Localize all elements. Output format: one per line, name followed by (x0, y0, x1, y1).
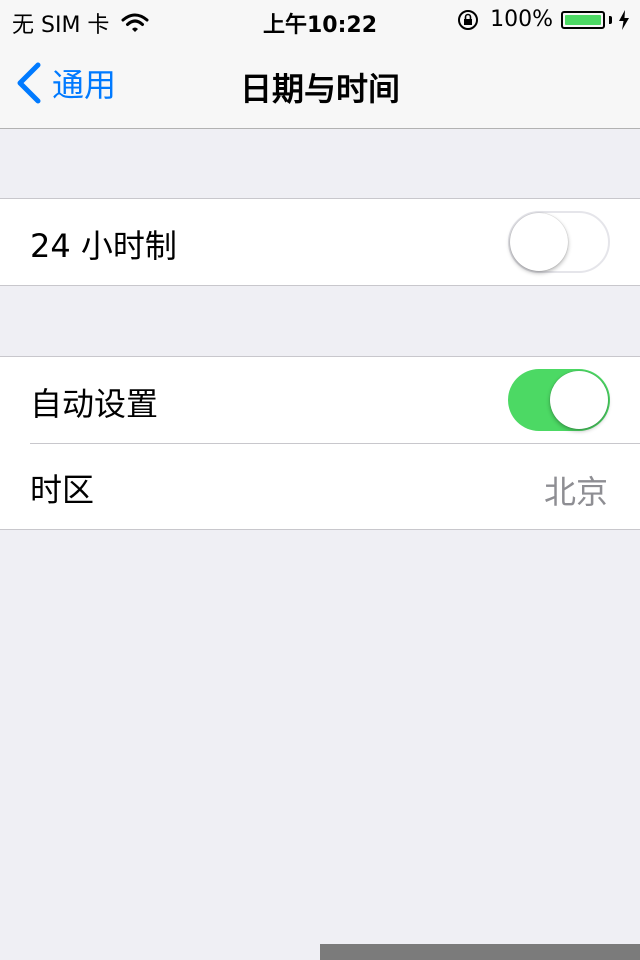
timezone-value: 北京 (543, 473, 608, 511)
row-label-24-hour: 24 小时制 (30, 227, 177, 265)
battery-nub (609, 15, 612, 24)
toggle-knob (510, 213, 568, 271)
page-title: 日期与时间 (239, 70, 400, 108)
row-label-timezone: 时区 (30, 471, 95, 509)
battery-percent: 100% (490, 7, 553, 32)
battery-icon (561, 10, 605, 29)
navigation-bar: 通用 日期与时间 (0, 40, 640, 129)
rotation-lock-icon (458, 9, 479, 30)
bottom-strip (320, 944, 640, 960)
settings-group-auto: 自动设置 时区 北京 (0, 356, 640, 530)
status-bar: 无 SIM 卡 上午10:22 100% (0, 0, 640, 40)
row-auto-set: 自动设置 (0, 357, 640, 443)
toggle-knob (550, 371, 608, 429)
toggle-auto-set[interactable] (508, 369, 610, 431)
status-right: 100% (456, 7, 630, 32)
toggle-24-hour[interactable] (508, 211, 610, 273)
row-24-hour: 24 小时制 (0, 199, 640, 285)
row-label-auto-set: 自动设置 (30, 385, 159, 423)
battery-level-fill (565, 14, 601, 25)
charging-bolt-icon (619, 9, 629, 30)
row-timezone[interactable]: 时区 北京 (0, 443, 640, 529)
settings-group-clock: 24 小时制 (0, 198, 640, 286)
